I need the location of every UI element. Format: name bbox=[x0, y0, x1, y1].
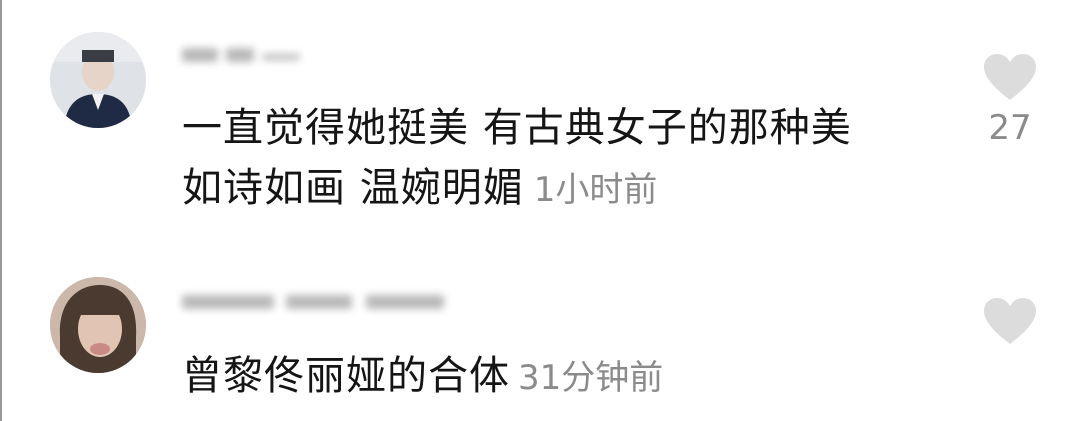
comment-text: 曾黎佟丽娅的合体 31分钟前 bbox=[182, 346, 942, 408]
heart-icon[interactable] bbox=[982, 296, 1038, 346]
heart-icon[interactable] bbox=[982, 52, 1038, 102]
like-count: 27 bbox=[988, 108, 1032, 148]
comment-timestamp: 31分钟前 bbox=[518, 358, 664, 398]
like-button[interactable]: 27 bbox=[980, 52, 1040, 148]
comment-text-segment: 如诗如画 温婉明媚 bbox=[182, 165, 524, 211]
comment-list: 一直觉得她挺美 有古典女子的那种美 如诗如画 温婉明媚 1小时前 27 曾黎佟丽… bbox=[0, 0, 1080, 421]
comment-text-line: 一直觉得她挺美 有古典女子的那种美 bbox=[182, 105, 852, 151]
comment-text-segment: 曾黎佟丽娅的合体 bbox=[182, 353, 510, 399]
comment-timestamp: 1小时前 bbox=[533, 170, 658, 210]
user-avatar-icon[interactable] bbox=[50, 277, 146, 373]
username-blurred[interactable] bbox=[182, 38, 300, 72]
comment-text-line: 如诗如画 温婉明媚 1小时前 bbox=[182, 158, 942, 220]
like-button[interactable] bbox=[980, 296, 1040, 352]
comment-item: 曾黎佟丽娅的合体 31分钟前 bbox=[2, 232, 1080, 421]
user-avatar-icon[interactable] bbox=[50, 32, 146, 128]
comment-text: 一直觉得她挺美 有古典女子的那种美 如诗如画 温婉明媚 1小时前 bbox=[182, 98, 942, 220]
comment-item: 一直觉得她挺美 有古典女子的那种美 如诗如画 温婉明媚 1小时前 27 bbox=[2, 0, 1080, 232]
username-blurred[interactable] bbox=[182, 285, 444, 319]
